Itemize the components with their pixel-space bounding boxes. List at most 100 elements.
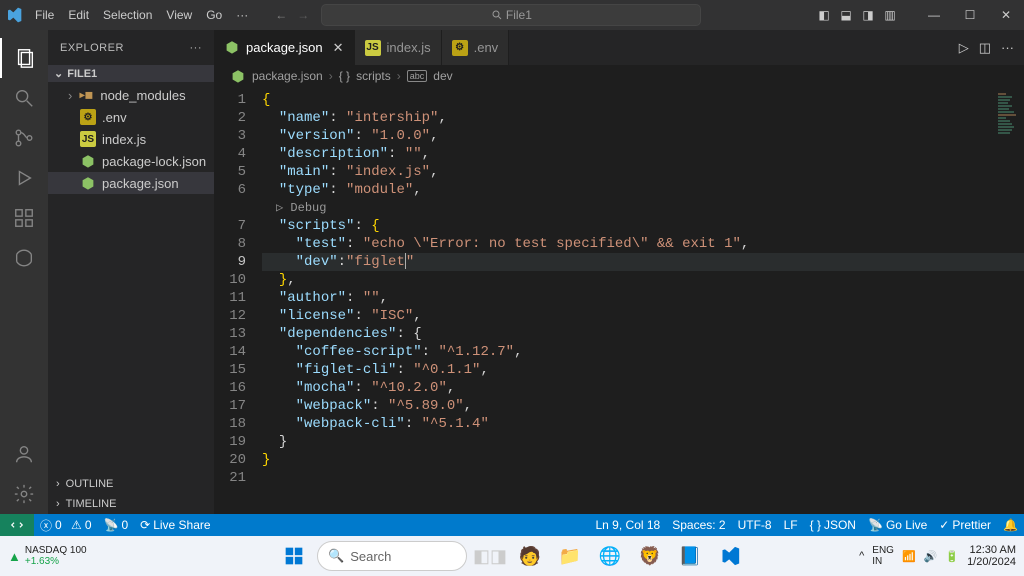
status-language[interactable]: { }JSON (804, 518, 862, 532)
editor-group: ⬢ package.json ✕ JS index.js ⚙ .env ▷ ◫ … (214, 30, 1024, 514)
split-editor-icon[interactable]: ◫ (979, 40, 991, 56)
layout-sidebar-left-icon[interactable]: ◧ (814, 8, 834, 22)
menu-go[interactable]: Go (199, 8, 229, 22)
stock-icon[interactable]: ▲ (8, 549, 21, 564)
run-icon[interactable]: ▷ (959, 40, 969, 56)
codelens-debug[interactable]: ▷ Debug (262, 199, 1024, 217)
activity-account-icon[interactable] (0, 434, 48, 474)
tree-file-env[interactable]: ⚙ .env (48, 106, 214, 128)
menu-view[interactable]: View (159, 8, 199, 22)
breadcrumb-file[interactable]: package.json (252, 69, 323, 83)
tray-volume-icon[interactable]: 🔊 (924, 550, 938, 563)
tab-close-icon[interactable]: ✕ (333, 40, 344, 56)
code-editor[interactable]: 123456 789101112131415161718192021 { "na… (214, 87, 1024, 514)
tab-package-json[interactable]: ⬢ package.json ✕ (214, 30, 355, 65)
layout-controls: ◧ ⬓ ◨ ▥ (814, 8, 900, 22)
explorer-more-icon[interactable]: ··· (190, 42, 203, 54)
status-eol[interactable]: LF (778, 518, 804, 532)
start-button[interactable] (277, 539, 311, 573)
status-prettier[interactable]: ✓Prettier (933, 518, 997, 532)
tab-index-js[interactable]: JS index.js (355, 30, 442, 65)
status-liveshare[interactable]: ⟳Live Share (134, 518, 216, 532)
activity-debug-icon[interactable] (0, 158, 48, 198)
window-minimize-icon[interactable]: — (916, 8, 952, 22)
ticker-name: NASDAQ 100 (25, 545, 87, 556)
activity-scm-icon[interactable] (0, 118, 48, 158)
taskview-icon[interactable]: ◧◨ (473, 539, 507, 573)
status-spaces[interactable]: Spaces: 2 (666, 518, 731, 532)
timeline-section[interactable]: ›TIMELINE (48, 494, 214, 514)
app-icon-1[interactable]: 🧑 (513, 539, 547, 573)
liveshare-label: Live Share (153, 518, 210, 532)
status-bell-icon[interactable]: 🔔 (997, 518, 1024, 532)
tray-clock[interactable]: 12:30 AM 1/20/2024 (967, 544, 1016, 568)
explorer-app-icon[interactable]: 📁 (553, 539, 587, 573)
activity-settings-icon[interactable] (0, 474, 48, 514)
activity-search-icon[interactable] (0, 78, 48, 118)
env-file-icon: ⚙ (452, 40, 468, 56)
explorer-sidebar: EXPLORER ··· ⌄ FILE1 › ▸◼ node_modules ⚙… (48, 30, 214, 514)
status-cursor[interactable]: Ln 9, Col 18 (590, 518, 667, 532)
activity-extensions-icon[interactable] (0, 198, 48, 238)
layout-sidebar-right-icon[interactable]: ◨ (858, 8, 878, 22)
breadcrumb-dev[interactable]: dev (433, 69, 452, 83)
editor-more-icon[interactable]: ··· (1001, 40, 1014, 55)
menu-more-icon[interactable]: ··· (229, 8, 255, 22)
braces-icon: { } (339, 69, 350, 83)
tray-battery-icon[interactable]: 🔋 (945, 550, 959, 563)
breadcrumb-scripts[interactable]: scripts (356, 69, 391, 83)
tray-wifi-icon[interactable]: 📶 (902, 550, 916, 563)
window-controls: — ☐ ✕ (916, 8, 1024, 22)
prettier-label: Prettier (952, 518, 991, 532)
tree-file-package-json[interactable]: ⬢ package.json (48, 172, 214, 194)
layout-custom-icon[interactable]: ▥ (880, 8, 900, 22)
layout-panel-bottom-icon[interactable]: ⬓ (836, 8, 856, 22)
window-close-icon[interactable]: ✕ (988, 8, 1024, 22)
tree-folder-node-modules[interactable]: › ▸◼ node_modules (48, 84, 214, 106)
menu-file[interactable]: File (28, 8, 61, 22)
breadcrumb[interactable]: ⬢ package.json › { } scripts › abc dev (214, 65, 1024, 87)
timeline-label: TIMELINE (66, 498, 117, 510)
activity-explorer-icon[interactable] (0, 38, 48, 78)
remote-button[interactable] (0, 514, 34, 536)
broadcast-icon: 📡 (868, 518, 883, 532)
tree-file-indexjs[interactable]: JS index.js (48, 128, 214, 150)
npm-file-icon: ⬢ (224, 40, 240, 56)
stock-ticker[interactable]: NASDAQ 100 +1.63% (25, 545, 87, 567)
tray-language[interactable]: ENGIN (872, 545, 894, 567)
nav-forward-icon[interactable]: → (297, 8, 309, 22)
menu-selection[interactable]: Selection (96, 8, 159, 22)
app-icon-2[interactable]: 📘 (673, 539, 707, 573)
outline-label: OUTLINE (66, 478, 114, 490)
brave-app-icon[interactable]: 🦁 (633, 539, 667, 573)
command-center[interactable]: File1 (321, 4, 701, 26)
lang-label: JSON (824, 518, 856, 532)
chevron-right-icon: › (68, 88, 72, 103)
file-label: node_modules (100, 88, 185, 103)
folder-header[interactable]: ⌄ FILE1 (48, 65, 214, 82)
minimap[interactable] (998, 93, 1018, 143)
line-gutter: 123456 789101112131415161718192021 (214, 87, 262, 514)
code-content[interactable]: { "name": "intership", "version": "1.0.0… (262, 87, 1024, 514)
vscode-app-icon[interactable] (713, 539, 747, 573)
chevron-right-icon: › (397, 69, 401, 83)
activity-remote-icon[interactable] (0, 238, 48, 278)
outline-section[interactable]: › OUTLINE (48, 474, 214, 494)
clock-date: 1/20/2024 (967, 556, 1016, 568)
status-encoding[interactable]: UTF-8 (732, 518, 778, 532)
edge-app-icon[interactable]: 🌐 (593, 539, 627, 573)
chevron-right-icon: › (56, 478, 60, 490)
menu-edit[interactable]: Edit (61, 8, 96, 22)
taskbar-search[interactable]: 🔍Search (317, 541, 467, 571)
vscode-logo-icon (0, 7, 28, 23)
status-ports[interactable]: 📡0 (98, 518, 135, 532)
npm-file-icon: ⬢ (80, 153, 96, 169)
status-golive[interactable]: 📡Go Live (862, 518, 933, 532)
tab-env[interactable]: ⚙ .env (442, 30, 510, 65)
tray-chevron-icon[interactable]: ^ (859, 550, 864, 562)
titlebar: File Edit Selection View Go ··· ← → File… (0, 0, 1024, 30)
status-errors[interactable]: ⓧ0 ⚠0 (34, 517, 98, 534)
nav-back-icon[interactable]: ← (275, 8, 287, 22)
tree-file-package-lock[interactable]: ⬢ package-lock.json (48, 150, 214, 172)
window-maximize-icon[interactable]: ☐ (952, 8, 988, 22)
